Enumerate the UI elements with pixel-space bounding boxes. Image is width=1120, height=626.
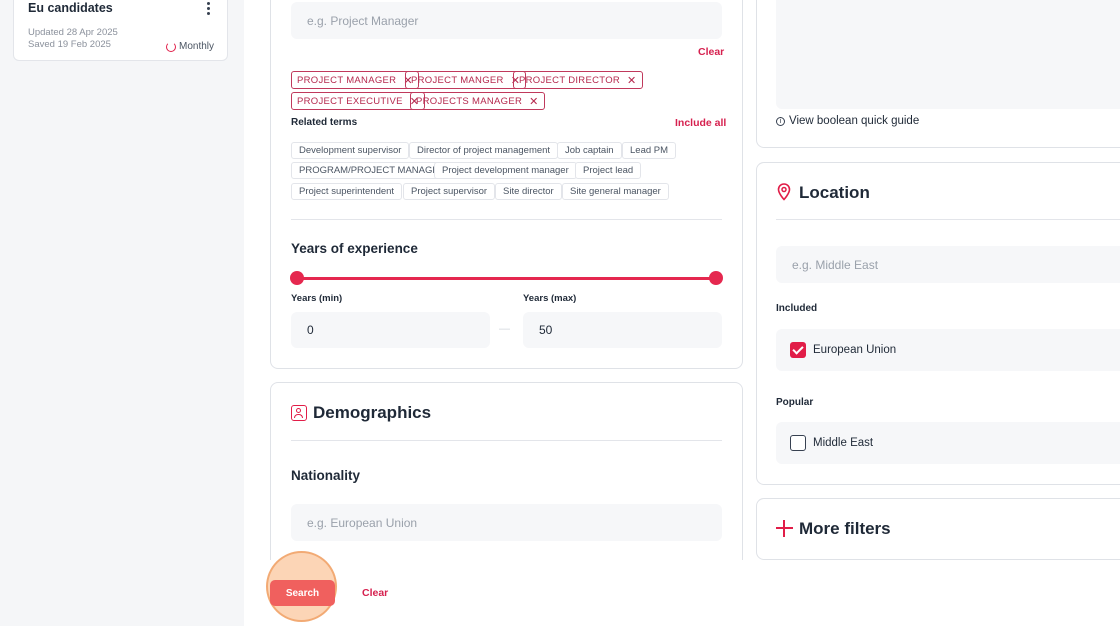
remove-chip-icon[interactable]: ✕	[627, 74, 637, 87]
related-term[interactable]: Job captain	[557, 142, 622, 159]
updated-date: 28 Apr 2025	[66, 27, 118, 38]
related-term[interactable]: PROGRAM/PROJECT MANAGER	[291, 162, 454, 179]
saved-search-title[interactable]: Eu candidates	[28, 1, 113, 15]
location-placeholder: e.g. Middle East	[792, 257, 879, 272]
chip-label: PROJECTS MANAGER	[416, 95, 523, 107]
related-term[interactable]: Project supervisor	[403, 183, 496, 200]
saved-meta: Saved 19 Feb 2025	[28, 39, 111, 50]
related-term[interactable]: Site general manager	[562, 183, 669, 200]
more-filters-label[interactable]: More filters	[799, 519, 891, 539]
chip-label: PROJECT MANAGER	[297, 74, 397, 86]
job-title-chip: PROJECT MANAGER ✕	[291, 71, 419, 89]
boolean-query-textarea[interactable]	[776, 0, 1120, 109]
related-term[interactable]: Lead PM	[622, 142, 677, 159]
experience-title: Years of experience	[291, 241, 418, 256]
saved-search-card[interactable]: Eu candidates Updated 28 Apr 2025 Saved …	[13, 0, 228, 61]
refresh-icon	[165, 41, 176, 52]
checkbox-unchecked[interactable]	[790, 435, 806, 451]
job-title-input[interactable]: e.g. Project Manager	[291, 2, 722, 39]
years-max-label: Years (max)	[523, 293, 577, 304]
chip-label: PROJECT DIRECTOR	[519, 74, 621, 86]
included-label: Included	[776, 303, 818, 314]
clear-all-button[interactable]: Clear	[362, 587, 388, 599]
nationality-input[interactable]: e.g. European Union	[291, 504, 722, 541]
years-min-input[interactable]: 0	[291, 312, 490, 348]
checkbox-checked[interactable]	[790, 342, 806, 358]
popular-location-label: Middle East	[813, 437, 874, 449]
search-button[interactable]: Search	[270, 580, 335, 606]
years-max-value: 50	[539, 323, 553, 337]
nationality-label: Nationality	[291, 468, 361, 483]
updated-label: Updated	[28, 27, 64, 38]
plus-icon	[776, 520, 793, 537]
updated-meta: Updated 28 Apr 2025	[28, 27, 118, 38]
popular-location-item[interactable]: Middle East	[776, 422, 1120, 464]
included-location-item[interactable]: European Union	[776, 329, 1120, 371]
job-title-clear-button[interactable]: Clear	[698, 46, 724, 58]
location-title: Location	[799, 183, 870, 202]
included-location-label: European Union	[813, 344, 897, 356]
person-icon	[291, 405, 307, 421]
more-options-icon[interactable]	[207, 2, 211, 17]
years-min-value: 0	[307, 323, 314, 337]
saved-label: Saved	[28, 39, 55, 50]
demographics-title: Demographics	[313, 403, 432, 422]
related-term[interactable]: Director of project management	[409, 142, 559, 159]
boolean-guide-link[interactable]: i View boolean quick guide	[776, 115, 919, 127]
location-input[interactable]: e.g. Middle East	[776, 246, 1120, 283]
sidebar: Eu candidates Updated 28 Apr 2025 Saved …	[0, 0, 244, 626]
saved-date: 19 Feb 2025	[57, 39, 111, 50]
divider	[291, 219, 722, 220]
experience-slider-track[interactable]	[297, 277, 716, 280]
include-all-button[interactable]: Include all	[675, 117, 726, 129]
related-term[interactable]: Project superintendent	[291, 183, 403, 200]
related-terms-label: Related terms	[291, 117, 358, 128]
frequency-badge: Monthly	[165, 41, 214, 52]
info-icon: i	[776, 116, 785, 126]
chip-label: PROJECT MANGER	[411, 74, 504, 86]
years-min-label: Years (min)	[291, 293, 343, 304]
map-pin-icon	[777, 183, 791, 201]
range-separator: —	[499, 323, 510, 335]
divider	[776, 219, 1120, 220]
frequency-label: Monthly	[178, 41, 214, 52]
popular-label: Popular	[776, 397, 814, 408]
experience-slider-max-handle[interactable]	[709, 271, 723, 285]
job-title-placeholder: e.g. Project Manager	[307, 13, 419, 28]
related-term[interactable]: Site director	[495, 183, 562, 200]
related-term[interactable]: Project lead	[575, 162, 642, 179]
boolean-guide-label: View boolean quick guide	[789, 115, 920, 127]
experience-slider-min-handle[interactable]	[290, 271, 304, 285]
job-title-chip: PROJECTS MANAGER ✕	[410, 92, 545, 110]
job-title-chip: PROJECT EXECUTIVE ✕	[291, 92, 426, 110]
related-term[interactable]: Development supervisor	[291, 142, 410, 159]
job-title-chip: PROJECT MANGER ✕	[405, 71, 527, 89]
remove-chip-icon[interactable]: ✕	[529, 95, 539, 108]
related-term[interactable]: Project development manager	[434, 162, 577, 179]
nationality-placeholder: e.g. European Union	[307, 515, 418, 530]
divider	[291, 440, 722, 441]
chip-label: PROJECT EXECUTIVE	[297, 95, 403, 107]
job-title-chip: PROJECT DIRECTOR ✕	[513, 71, 643, 89]
years-max-input[interactable]: 50	[523, 312, 722, 348]
